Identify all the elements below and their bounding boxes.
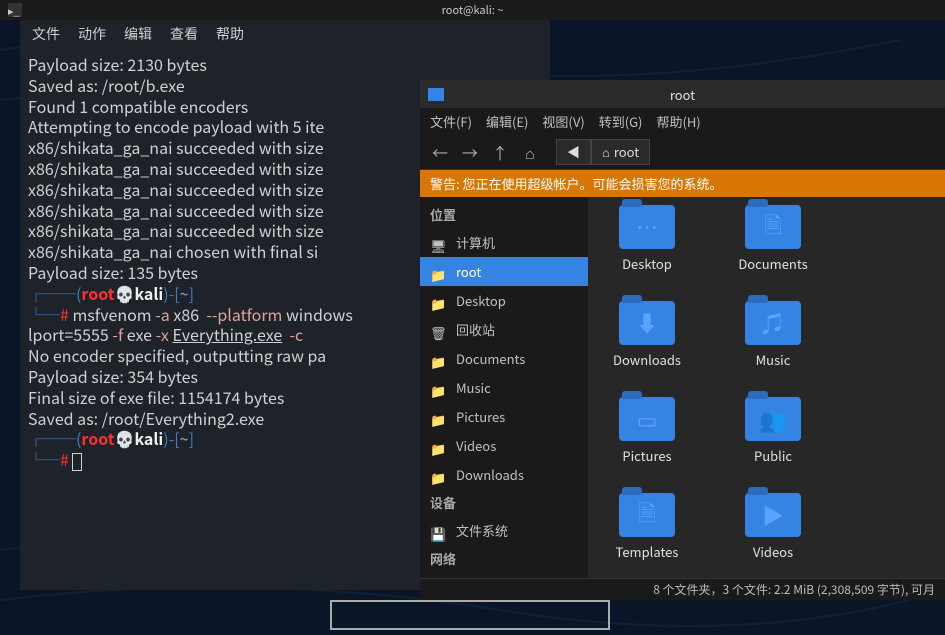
breadcrumb-root[interactable]: ⌂ root	[591, 139, 650, 165]
menu-file[interactable]: 文件	[32, 24, 60, 44]
folder-icon: 📁	[430, 439, 448, 453]
terminal-menu: 文件 动作 编辑 查看 帮助	[20, 20, 550, 48]
sidebar-item-music[interactable]: 📁Music	[420, 373, 588, 402]
file-item-desktop[interactable]: ⋯ Desktop	[602, 205, 692, 273]
fm-statusbar: 8 个文件夹，3 个文件: 2.2 MiB (2,308,509 字节), 可月	[420, 578, 945, 600]
sidebar-item-desktop[interactable]: 📁Desktop	[420, 286, 588, 315]
menu-edit[interactable]: 编辑	[124, 24, 152, 44]
folder-icon: 📁	[430, 381, 448, 395]
fm-menu-goto[interactable]: 转到(G)	[599, 112, 643, 131]
sidebar-item-downloads[interactable]: 📁Downloads	[420, 460, 588, 489]
sidebar-item-videos[interactable]: 📁Videos	[420, 431, 588, 460]
fm-menu-edit[interactable]: 编辑(E)	[486, 112, 528, 131]
menu-view[interactable]: 查看	[170, 24, 198, 44]
breadcrumb-prev[interactable]: ◀	[556, 139, 591, 165]
file-label: Public	[754, 446, 792, 465]
kali-badge	[330, 600, 610, 630]
breadcrumb: ◀ ⌂ root	[556, 139, 650, 165]
folder-icon: ▭	[619, 397, 675, 441]
sidebar-header-network: 网络	[420, 545, 588, 572]
sidebar-item-pictures[interactable]: 📁Pictures	[420, 402, 588, 431]
file-manager-window: root 文件(F) 编辑(E) 视图(V) 转到(G) 帮助(H) ← → ↑…	[420, 80, 945, 600]
file-item-pictures[interactable]: ▭ Pictures	[602, 397, 692, 465]
folder-icon: 📁	[430, 410, 448, 424]
folder-icon: ⬇	[619, 301, 675, 345]
folder-icon: ▶	[745, 493, 801, 537]
folder-icon: 🗎	[745, 205, 801, 249]
menu-help[interactable]: 帮助	[216, 24, 244, 44]
file-label: Documents	[738, 254, 807, 273]
disk-icon: 💾	[430, 524, 448, 538]
file-label: Templates	[616, 542, 679, 561]
folder-icon: ⋯	[619, 205, 675, 249]
sidebar-header-places: 位置	[420, 201, 588, 228]
file-label: Desktop	[622, 254, 672, 273]
folder-icon: 🗎	[619, 493, 675, 537]
folder-icon: 📁	[430, 352, 448, 366]
status-text: 8 个文件夹，3 个文件: 2.2 MiB (2,308,509 字节), 可月	[653, 581, 935, 598]
sidebar-item-回收站[interactable]: 🗑回收站	[420, 315, 588, 344]
folder-icon: 📁	[430, 265, 448, 279]
folder-icon: 📁	[430, 294, 448, 308]
fm-sidebar: 位置 🖥计算机📁root📁Desktop🗑回收站📁Documents📁Music…	[420, 197, 588, 578]
top-panel: ▸_ root@kali: ~	[0, 0, 945, 20]
cursor	[72, 453, 82, 471]
fm-menu-help[interactable]: 帮助(H)	[656, 112, 700, 131]
file-item-public[interactable]: 👥 Public	[728, 397, 818, 465]
terminal-icon: ▸_	[8, 3, 22, 17]
up-button[interactable]: ↑	[488, 140, 512, 164]
file-label: Videos	[753, 542, 793, 561]
root-warning: 警告: 您正在使用超级帐户。可能会损害您的系统。	[420, 170, 945, 197]
out-line: Payload size: 2130 bytes	[28, 54, 542, 75]
home-button[interactable]: ⌂	[518, 140, 542, 164]
folder-icon: ♫	[745, 301, 801, 345]
file-item-documents[interactable]: 🗎 Documents	[728, 205, 818, 273]
folder-icon: 👥	[745, 397, 801, 441]
fm-content[interactable]: ⋯ Desktop 🗎 Documents ⬇ Downloads ♫ Music ▭ Pictu…	[588, 197, 945, 578]
sidebar-item-计算机[interactable]: 🖥计算机	[420, 228, 588, 257]
menu-action[interactable]: 动作	[78, 24, 106, 44]
window-title: root@kali: ~	[442, 2, 504, 18]
fm-title: root	[670, 85, 695, 104]
fm-menubar: 文件(F) 编辑(E) 视图(V) 转到(G) 帮助(H)	[420, 108, 945, 134]
file-item-videos[interactable]: ▶ Videos	[728, 493, 818, 561]
back-button[interactable]: ←	[428, 140, 452, 164]
file-label: Downloads	[613, 350, 681, 369]
file-label: Music	[756, 350, 791, 369]
file-item-templates[interactable]: 🗎 Templates	[602, 493, 692, 561]
folder-icon: 📁	[430, 468, 448, 482]
sidebar-item-documents[interactable]: 📁Documents	[420, 344, 588, 373]
forward-button[interactable]: →	[458, 140, 482, 164]
sidebar-header-devices: 设备	[420, 489, 588, 516]
fm-titlebar[interactable]: root	[420, 80, 945, 108]
fm-menu-file[interactable]: 文件(F)	[430, 112, 472, 131]
file-item-downloads[interactable]: ⬇ Downloads	[602, 301, 692, 369]
folder-icon: 🖥	[430, 236, 448, 250]
home-icon	[428, 88, 444, 101]
sidebar-item-root[interactable]: 📁root	[420, 257, 588, 286]
file-item-music[interactable]: ♫ Music	[728, 301, 818, 369]
sidebar-item-filesystem[interactable]: 💾文件系统	[420, 516, 588, 545]
fm-menu-view[interactable]: 视图(V)	[542, 112, 584, 131]
folder-icon: 🗑	[430, 323, 448, 337]
fm-toolbar: ← → ↑ ⌂ ◀ ⌂ root	[420, 134, 945, 170]
file-label: Pictures	[622, 446, 671, 465]
